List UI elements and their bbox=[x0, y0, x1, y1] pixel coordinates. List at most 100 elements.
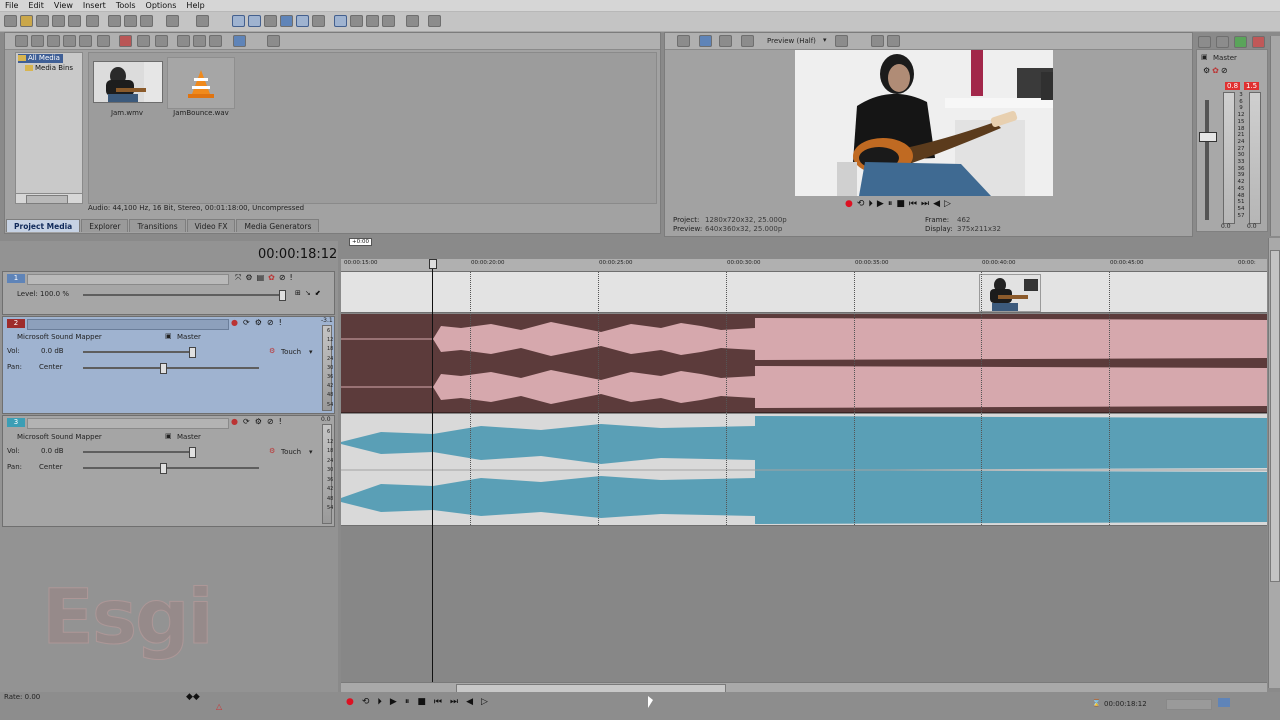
track-2-volume-knob[interactable] bbox=[189, 347, 196, 358]
timecode-display[interactable]: 00:00:18:12 bbox=[258, 247, 337, 262]
solo-icon[interactable]: ! bbox=[279, 417, 282, 426]
media-thumb-jambounce-audio[interactable] bbox=[167, 57, 235, 109]
track-3-header[interactable]: 3 ● ⟳ ⚙ ⊘ ! Microsoft Sound Mapper ▣ Mas… bbox=[2, 415, 335, 527]
menu-file[interactable]: File bbox=[0, 0, 23, 11]
track-3-bus[interactable]: Master bbox=[177, 433, 201, 441]
play-from-start-icon[interactable]: ⏵ bbox=[868, 199, 873, 209]
track-2-header[interactable]: 2 ● ⟳ ⚙ ⊘ ! Microsoft Sound Mapper ▣ Mas… bbox=[2, 316, 335, 414]
lock-envelopes-icon[interactable] bbox=[350, 15, 363, 27]
track-1-header[interactable]: 1 ⤧ ⚙ ▤ ✿ ⊘ ! Level: 100.0 % ⊞ ↘ ⬋ bbox=[2, 271, 335, 315]
track-number-3[interactable]: 3 bbox=[7, 418, 25, 427]
save-icon[interactable] bbox=[36, 15, 49, 27]
status-icon[interactable] bbox=[1218, 698, 1230, 707]
tab-project-media[interactable]: Project Media bbox=[6, 219, 81, 232]
play-from-start-icon[interactable]: ⏵ bbox=[377, 697, 382, 707]
mute-icon[interactable]: ⊘ bbox=[279, 273, 286, 283]
auto-ripple-icon[interactable] bbox=[334, 15, 347, 27]
mixer-dim-icon[interactable] bbox=[1252, 36, 1265, 48]
go-to-end-icon[interactable]: ⏭ bbox=[450, 697, 458, 707]
go-to-end-icon[interactable]: ⏭ bbox=[921, 199, 929, 209]
menu-tools[interactable]: Tools bbox=[111, 0, 141, 11]
track-3-volume-knob[interactable] bbox=[189, 447, 196, 458]
master-mute-icon[interactable]: ⊘ bbox=[1221, 66, 1228, 75]
expand-icon[interactable]: ⊞ bbox=[295, 289, 301, 297]
mute-icon[interactable]: ⊘ bbox=[267, 318, 274, 327]
cut-icon[interactable] bbox=[108, 15, 121, 27]
track-fx-icon[interactable]: ⚙ bbox=[245, 273, 252, 283]
chevron-down-icon[interactable]: ▾ bbox=[823, 36, 827, 44]
master-fx-icon[interactable]: ⚙ bbox=[1203, 66, 1210, 75]
track-2-volume-slider[interactable] bbox=[83, 351, 195, 353]
track-1-name-field[interactable] bbox=[27, 274, 229, 285]
media-thumb-jam-video[interactable] bbox=[93, 61, 163, 103]
help-icon[interactable] bbox=[428, 15, 441, 27]
track-3-volume-slider[interactable] bbox=[83, 451, 195, 453]
mixer-insert-fx-icon[interactable] bbox=[1216, 36, 1229, 48]
new-project-icon[interactable] bbox=[4, 15, 17, 27]
composite-mode-icon[interactable]: ▤ bbox=[257, 273, 265, 283]
track-number-2[interactable]: 2 bbox=[7, 319, 25, 328]
vertical-scrollbar-thumb[interactable] bbox=[1270, 250, 1280, 582]
pause-icon[interactable]: ⏸ bbox=[405, 697, 410, 707]
get-photo-icon[interactable] bbox=[63, 35, 76, 47]
video-output-fx-icon[interactable] bbox=[677, 35, 690, 47]
play-icon[interactable]: ▶ bbox=[390, 697, 397, 707]
menu-help[interactable]: Help bbox=[181, 0, 209, 11]
render-icon[interactable] bbox=[68, 15, 81, 27]
solo-icon[interactable]: ! bbox=[290, 273, 293, 283]
import-media-icon[interactable] bbox=[15, 35, 28, 47]
track-2-name-field[interactable] bbox=[27, 319, 229, 330]
paste-icon[interactable] bbox=[140, 15, 153, 27]
save-as-icon[interactable] bbox=[52, 15, 65, 27]
arm-for-record-icon[interactable]: ● bbox=[231, 417, 238, 426]
rate-slider-handle[interactable]: ◆◆ bbox=[186, 692, 200, 702]
copy-snapshot-icon[interactable] bbox=[871, 35, 884, 47]
normal-edit-tool-icon[interactable] bbox=[232, 15, 245, 27]
properties-icon[interactable] bbox=[86, 15, 99, 27]
next-frame-icon[interactable]: ▷ bbox=[481, 697, 488, 707]
ignore-grouping-icon[interactable] bbox=[312, 15, 325, 27]
automation-gear-icon[interactable]: ⚙ bbox=[269, 447, 275, 455]
marker-icon[interactable] bbox=[406, 15, 419, 27]
redo-icon[interactable] bbox=[196, 15, 209, 27]
previous-frame-icon[interactable]: ◀ bbox=[466, 697, 473, 707]
menu-view[interactable]: View bbox=[49, 0, 78, 11]
record-icon[interactable]: ● bbox=[845, 199, 853, 209]
mute-icon[interactable]: ⊘ bbox=[267, 417, 274, 426]
auto-crossfade-icon[interactable] bbox=[366, 15, 379, 27]
loop-icon[interactable]: ⟲ bbox=[362, 697, 370, 707]
stop-icon[interactable]: ■ bbox=[896, 199, 905, 209]
previous-frame-icon[interactable]: ◀ bbox=[933, 199, 940, 209]
tab-video-fx[interactable]: Video FX bbox=[186, 219, 236, 232]
track-1-level-slider[interactable] bbox=[83, 294, 283, 296]
audio-track-3-lane[interactable] bbox=[341, 414, 1267, 526]
overlays-icon[interactable] bbox=[835, 35, 848, 47]
track-2-mode[interactable]: Touch bbox=[281, 348, 301, 356]
preview-split-icon[interactable] bbox=[719, 35, 732, 47]
views-icon[interactable] bbox=[233, 35, 246, 47]
tree-item-all-media[interactable]: All Media bbox=[18, 54, 63, 63]
external-monitor-icon[interactable] bbox=[699, 35, 712, 47]
remove-media-icon[interactable] bbox=[119, 35, 132, 47]
track-3-device[interactable]: Microsoft Sound Mapper bbox=[17, 433, 102, 441]
tab-transitions[interactable]: Transitions bbox=[129, 219, 186, 232]
mixer-downmix-icon[interactable] bbox=[1234, 36, 1247, 48]
mixer-scrollbar[interactable] bbox=[1270, 36, 1280, 236]
playhead-handle[interactable] bbox=[429, 259, 437, 269]
audio-track-2-lane[interactable] bbox=[341, 314, 1267, 413]
track-fx-power-icon[interactable]: ✿ bbox=[268, 273, 275, 283]
master-fx-power-icon[interactable]: ✿ bbox=[1212, 66, 1219, 75]
region-marker[interactable]: +0:00 bbox=[349, 238, 372, 246]
master-fader-knob[interactable] bbox=[1199, 132, 1217, 142]
time-ruler[interactable]: 00:00:15:00 00:00:20:00 00:00:25:00 00:0… bbox=[341, 259, 1267, 272]
search-media-icon[interactable] bbox=[97, 35, 110, 47]
start-preview-icon[interactable] bbox=[209, 35, 222, 47]
menu-edit[interactable]: Edit bbox=[23, 0, 49, 11]
playhead-cursor[interactable] bbox=[432, 259, 433, 687]
track-number-1[interactable]: 1 bbox=[7, 274, 25, 283]
track-fx-icon[interactable]: ⚙ bbox=[255, 318, 262, 327]
go-to-start-icon[interactable]: ⏮ bbox=[909, 199, 917, 209]
make-compositing-child-icon[interactable]: ⬋ bbox=[315, 289, 321, 297]
track-fx-icon[interactable]: ⚙ bbox=[255, 417, 262, 426]
selection-tool-icon[interactable] bbox=[264, 15, 277, 27]
